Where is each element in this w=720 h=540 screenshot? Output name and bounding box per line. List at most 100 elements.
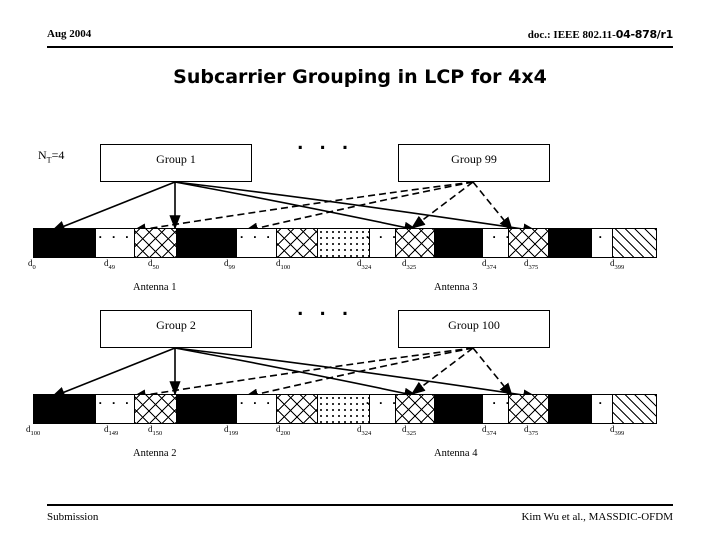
- page-title: Subcarrier Grouping in LCP for 4x4: [173, 66, 547, 88]
- index-label-r1-1-subscript: 49: [108, 263, 116, 271]
- subcarrier-r2-segment-1: . . .: [95, 395, 136, 423]
- footer-divider: [47, 504, 673, 506]
- index-label-r2-5: d324: [357, 424, 371, 437]
- subcarrier-r2-segment-4-continuation-dots: . . .: [239, 396, 274, 407]
- subcarrier-r2-segment-0: [34, 395, 96, 423]
- index-label-r2-7: d374: [482, 424, 496, 437]
- subcarrier-bar-antenna2-4: . . .. . .. . .. . .. . .: [33, 394, 657, 424]
- index-label-r1-4: d100: [276, 258, 290, 271]
- index-label-r2-0: d100: [26, 424, 40, 437]
- group-box-2[interactable]: Group 2: [100, 310, 252, 348]
- nt-label: NT=4: [38, 148, 64, 164]
- index-label-r2-8: d375: [524, 424, 538, 437]
- index-label-r1-1: d49: [104, 258, 115, 271]
- subcarrier-r2-segment-2: [135, 395, 177, 423]
- subcarrier-r2-segment-10-continuation-dots: . . .: [478, 396, 513, 407]
- index-label-r1-4-subscript: 100: [280, 263, 291, 271]
- subcarrier-r1-segment-6: [318, 229, 370, 257]
- index-label-r1-9: d399: [610, 258, 624, 271]
- subcarrier-r1-segment-10-continuation-dots: . . .: [478, 230, 513, 241]
- index-label-r2-3: d199: [224, 424, 238, 437]
- subcarrier-r1-segment-1: . . .: [95, 229, 136, 257]
- subcarrier-r2-segment-5: [277, 395, 319, 423]
- subcarrier-bar-antenna1-3: . . .. . .. . .. . .. . .: [33, 228, 657, 258]
- index-label-r1-6: d325: [402, 258, 416, 271]
- index-label-r2-2-subscript: 150: [152, 429, 163, 437]
- subcarrier-r1-segment-9: [435, 229, 484, 257]
- index-label-r2-6-subscript: 325: [406, 429, 417, 437]
- subcarrier-r1-segment-4: . . .: [236, 229, 278, 257]
- index-label-r1-7: d374: [482, 258, 496, 271]
- subcarrier-r1-segment-7-continuation-dots: . . .: [365, 230, 399, 241]
- footer-submission-label: Submission: [47, 511, 99, 523]
- antenna-caption-4: Antenna 4: [434, 448, 478, 459]
- groups-ellipsis-row2: . . .: [297, 300, 354, 320]
- doc-prefix: doc.: IEEE 802.11-: [527, 29, 616, 41]
- index-label-r2-9-subscript: 399: [614, 429, 625, 437]
- header-divider: [47, 46, 673, 48]
- slide: Aug 2004 doc.: IEEE 802.11-04-878/r1 Sub…: [0, 0, 720, 540]
- index-label-r1-9-subscript: 399: [614, 263, 625, 271]
- index-label-r2-7-subscript: 374: [486, 429, 497, 437]
- subcarrier-r1-segment-10: . . .: [479, 229, 509, 257]
- subcarrier-r2-segment-7-continuation-dots: . . .: [365, 396, 399, 407]
- subcarrier-r1-segment-0: [34, 229, 96, 257]
- index-label-r2-8-subscript: 375: [528, 429, 539, 437]
- group-box-1[interactable]: Group 1: [100, 144, 252, 182]
- subcarrier-r1-segment-3: [176, 229, 237, 257]
- index-label-r2-6: d325: [402, 424, 416, 437]
- index-label-r2-4-subscript: 200: [280, 429, 291, 437]
- subcarrier-r2-segment-7: . . .: [366, 395, 396, 423]
- group-box-2-label: Group 2: [156, 318, 196, 332]
- subcarrier-r2-segment-9: [435, 395, 484, 423]
- group-box-1-label: Group 1: [156, 152, 196, 166]
- subcarrier-r2-segment-4: . . .: [236, 395, 278, 423]
- subcarrier-r2-segment-11: [509, 395, 549, 423]
- index-label-r1-5: d324: [357, 258, 371, 271]
- antenna-caption-2: Antenna 2: [133, 448, 177, 459]
- header-document-number: doc.: IEEE 802.11-04-878/r1: [527, 28, 674, 41]
- index-label-r2-1: d149: [104, 424, 118, 437]
- subcarrier-r2-segment-10: . . .: [479, 395, 509, 423]
- groups-ellipsis-row1: . . .: [297, 134, 354, 154]
- group-box-100-label: Group 100: [448, 318, 500, 332]
- index-label-r1-0: d0: [28, 258, 36, 271]
- index-label-r2-5-subscript: 324: [361, 429, 372, 437]
- subcarrier-r2-segment-3: [176, 395, 237, 423]
- index-label-r1-8-subscript: 375: [528, 263, 539, 271]
- index-label-r2-1-subscript: 149: [108, 429, 119, 437]
- group-box-100[interactable]: Group 100: [398, 310, 550, 348]
- index-label-r1-6-subscript: 325: [406, 263, 417, 271]
- subcarrier-r2-segment-6: [318, 395, 370, 423]
- subcarrier-r2-segment-14: [612, 395, 656, 423]
- index-label-r1-3-subscript: 99: [228, 263, 236, 271]
- antenna-caption-3: Antenna 3: [434, 282, 478, 293]
- index-label-r1-3: d99: [224, 258, 235, 271]
- subcarrier-r1-segment-11: [509, 229, 549, 257]
- nt-value: =4: [51, 148, 65, 162]
- index-label-r2-2: d150: [148, 424, 162, 437]
- index-label-r1-0-subscript: 0: [32, 263, 36, 271]
- index-label-r1-8: d375: [524, 258, 538, 271]
- subcarrier-r1-segment-1-continuation-dots: . . .: [98, 230, 132, 241]
- index-label-r1-2-subscript: 50: [152, 263, 160, 271]
- index-label-r1-5-subscript: 324: [361, 263, 372, 271]
- subcarrier-r1-segment-2: [135, 229, 177, 257]
- doc-number: 04-878/r1: [615, 28, 674, 41]
- subcarrier-r1-segment-7: . . .: [366, 229, 396, 257]
- subcarrier-r1-segment-5: [277, 229, 319, 257]
- header-date: Aug 2004: [47, 28, 92, 40]
- group-box-99-label: Group 99: [451, 152, 497, 166]
- group-box-99[interactable]: Group 99: [398, 144, 550, 182]
- subcarrier-r1-segment-14: [612, 229, 656, 257]
- nt-symbol: N: [38, 148, 47, 162]
- index-label-r2-0-subscript: 100: [30, 429, 41, 437]
- index-label-r2-4: d200: [276, 424, 290, 437]
- footer-author-label: Kim Wu et al., MASSDIC-OFDM: [521, 511, 673, 523]
- antenna-caption-1: Antenna 1: [133, 282, 177, 293]
- subcarrier-r2-segment-8: [395, 395, 436, 423]
- index-label-r2-3-subscript: 199: [228, 429, 239, 437]
- index-label-r1-2: d50: [148, 258, 159, 271]
- index-label-r1-7-subscript: 374: [486, 263, 497, 271]
- subcarrier-r1-segment-8: [395, 229, 436, 257]
